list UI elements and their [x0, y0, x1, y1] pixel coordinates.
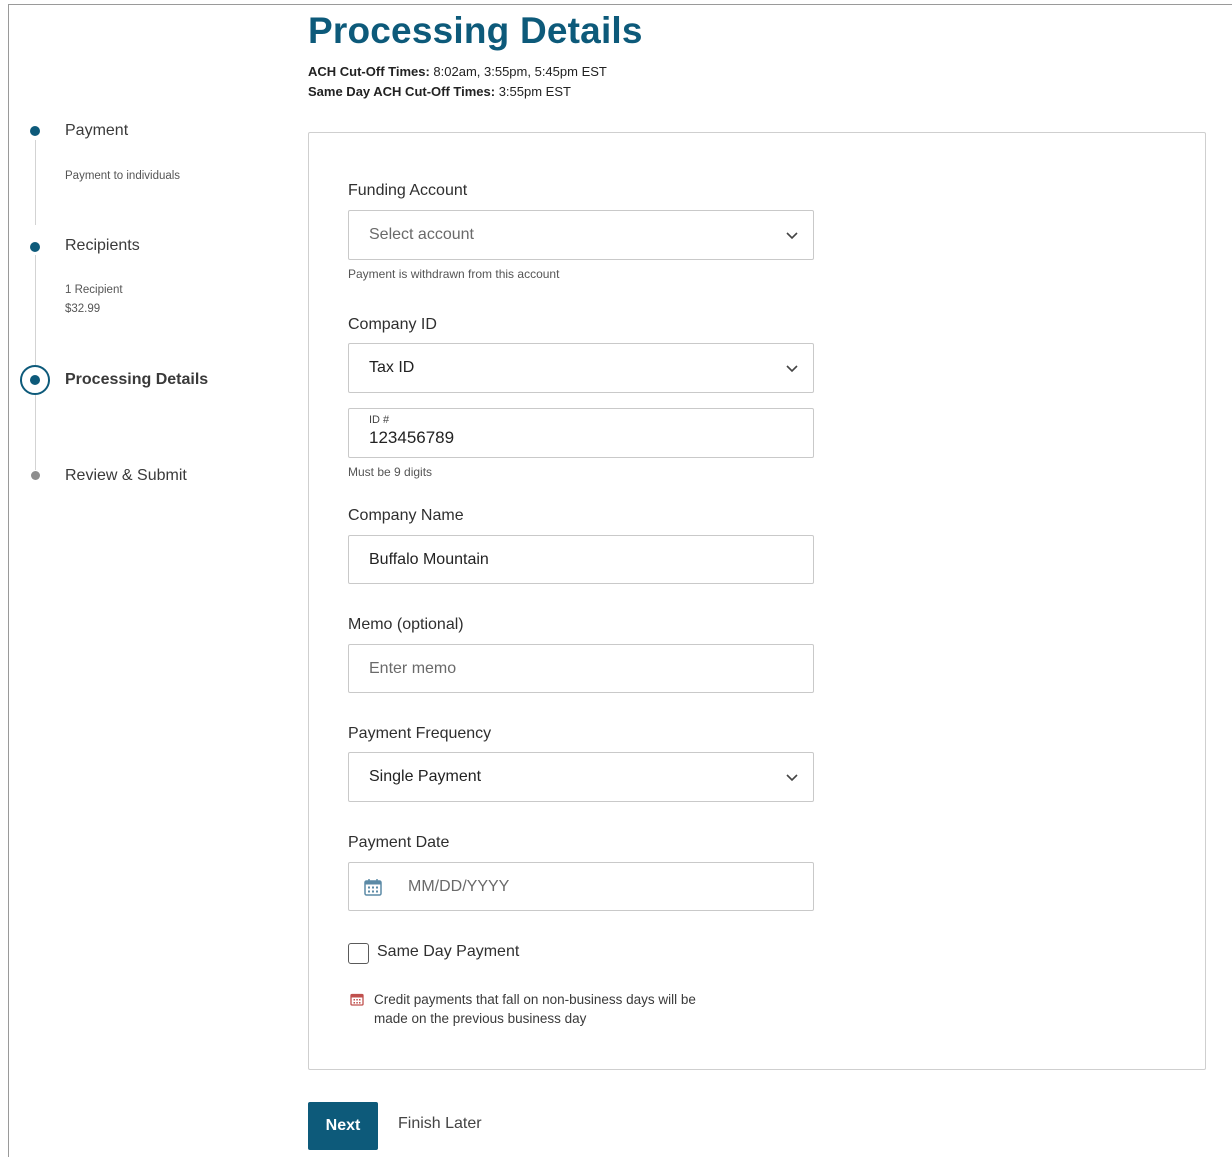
funding-account-label: Funding Account	[348, 182, 468, 199]
same-day-cutoff-value: 3:55pm EST	[495, 84, 571, 99]
step-review-dot	[31, 471, 40, 480]
same-day-cutoff-times: Same Day ACH Cut-Off Times: 3:55pm EST	[308, 84, 571, 99]
memo-input[interactable]: Enter memo	[348, 644, 814, 693]
ach-cutoff-label: ACH Cut-Off Times:	[308, 64, 430, 79]
step-recipients-count: 1 Recipient	[65, 284, 123, 296]
calendar-icon	[350, 993, 364, 1006]
step-recipients-amount: $32.99	[65, 303, 101, 315]
stepper-connector	[35, 255, 36, 365]
stepper-connector	[35, 395, 36, 470]
payment-date-input[interactable]: MM/DD/YYYY	[348, 862, 814, 911]
memo-placeholder: Enter memo	[369, 660, 457, 677]
finish-later-link[interactable]: Finish Later	[398, 1115, 482, 1133]
id-number-help: Must be 9 digits	[348, 465, 433, 479]
payment-date-placeholder: MM/DD/YYYY	[408, 878, 510, 895]
company-id-selected: Tax ID	[369, 359, 415, 376]
same-day-cutoff-label: Same Day ACH Cut-Off Times:	[308, 84, 496, 99]
company-name-value: Buffalo Mountain	[369, 551, 489, 568]
ach-cutoff-value: 8:02am, 3:55pm, 5:45pm EST	[429, 64, 607, 79]
progress-stepper: Payment Payment to individuals Recipient…	[0, 0, 300, 520]
funding-account-select[interactable]: Select account	[348, 210, 814, 260]
payment-frequency-label: Payment Frequency	[348, 725, 492, 742]
calendar-icon[interactable]	[363, 877, 383, 897]
page-title: Processing Details	[308, 10, 643, 51]
id-number-floating-label: ID #	[369, 414, 390, 426]
chevron-down-icon	[786, 774, 798, 782]
step-payment-dot	[30, 126, 40, 136]
non-business-day-note: Credit payments that fall on non-busines…	[374, 992, 696, 1026]
chevron-down-icon	[786, 232, 798, 240]
payment-frequency-selected: Single Payment	[369, 768, 482, 785]
funding-account-help: Payment is withdrawn from this account	[348, 267, 560, 281]
chevron-down-icon	[786, 365, 798, 373]
company-name-label: Company Name	[348, 507, 464, 524]
stepper-connector	[35, 140, 36, 225]
company-id-select[interactable]: Tax ID	[348, 343, 814, 393]
next-button[interactable]: Next	[308, 1102, 378, 1150]
step-processing-label: Processing Details	[65, 371, 209, 388]
step-review-label: Review & Submit	[65, 467, 187, 484]
same-day-payment-label[interactable]: Same Day Payment	[377, 943, 519, 961]
funding-account-placeholder: Select account	[369, 226, 474, 243]
step-processing-current-icon	[20, 365, 50, 395]
step-payment-sub: Payment to individuals	[65, 170, 181, 182]
step-recipients-label[interactable]: Recipients	[65, 237, 140, 255]
step-payment-label[interactable]: Payment	[65, 122, 128, 140]
payment-frequency-select[interactable]: Single Payment	[348, 752, 814, 802]
step-recipients-dot	[30, 242, 40, 252]
ach-cutoff-times: ACH Cut-Off Times: 8:02am, 3:55pm, 5:45p…	[308, 64, 607, 79]
payment-date-label: Payment Date	[348, 834, 450, 851]
id-number-input[interactable]: ID # 123456789	[348, 408, 814, 458]
id-number-value: 123456789	[369, 428, 455, 447]
memo-label: Memo (optional)	[348, 616, 464, 633]
company-id-label: Company ID	[348, 316, 437, 333]
company-name-input[interactable]: Buffalo Mountain	[348, 535, 814, 584]
same-day-payment-checkbox[interactable]	[348, 943, 369, 964]
